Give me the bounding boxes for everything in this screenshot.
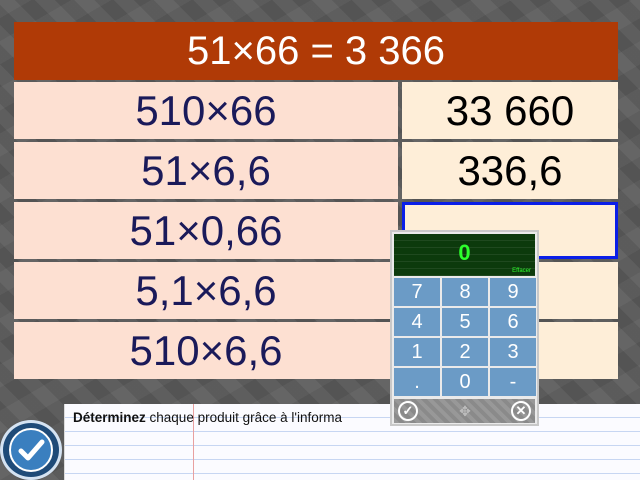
- key-7[interactable]: 7: [394, 278, 440, 306]
- validate-button[interactable]: [0, 420, 62, 480]
- instruction-bold: Déterminez: [73, 410, 146, 425]
- move-handle-icon[interactable]: ✥: [457, 403, 473, 419]
- checkmark-icon: [9, 428, 53, 472]
- close-icon[interactable]: ✕: [511, 401, 531, 421]
- instruction-start: chaque produit grâce à l'informa: [145, 410, 342, 425]
- key-6[interactable]: 6: [490, 308, 536, 336]
- expression-cell: 51×0,66: [14, 202, 398, 259]
- key-5[interactable]: 5: [442, 308, 488, 336]
- key-decimal[interactable]: .: [394, 368, 440, 396]
- key-3[interactable]: 3: [490, 338, 536, 366]
- answer-cell[interactable]: 33 660: [402, 82, 618, 139]
- key-2[interactable]: 2: [442, 338, 488, 366]
- table-row: 510×66 33 660: [14, 82, 618, 139]
- key-0[interactable]: 0: [442, 368, 488, 396]
- key-8[interactable]: 8: [442, 278, 488, 306]
- key-9[interactable]: 9: [490, 278, 536, 306]
- table-row: 51×6,6 336,6: [14, 142, 618, 199]
- key-1[interactable]: 1: [394, 338, 440, 366]
- keypad-display: 0 Effacer: [394, 234, 535, 276]
- expression-cell: 510×66: [14, 82, 398, 139]
- keypad-action-bar: ✓ ✥ ✕: [394, 399, 535, 423]
- keypad-display-value: 0: [458, 240, 471, 265]
- clear-button[interactable]: Effacer: [512, 268, 531, 274]
- answer-cell[interactable]: 336,6: [402, 142, 618, 199]
- expression-cell: 510×6,6: [14, 322, 398, 379]
- key-minus[interactable]: -: [490, 368, 536, 396]
- numeric-keypad: 0 Effacer 7 8 9 4 5 6 1 2 3 . 0 - ✓ ✥ ✕: [390, 230, 539, 426]
- reference-equation: 51×66 = 3 366: [14, 22, 618, 80]
- expression-cell: 5,1×6,6: [14, 262, 398, 319]
- instruction-panel: Déterminez chaque produit grâce à l'info…: [64, 404, 640, 480]
- confirm-check-icon[interactable]: ✓: [398, 401, 418, 421]
- expression-cell: 51×6,6: [14, 142, 398, 199]
- key-4[interactable]: 4: [394, 308, 440, 336]
